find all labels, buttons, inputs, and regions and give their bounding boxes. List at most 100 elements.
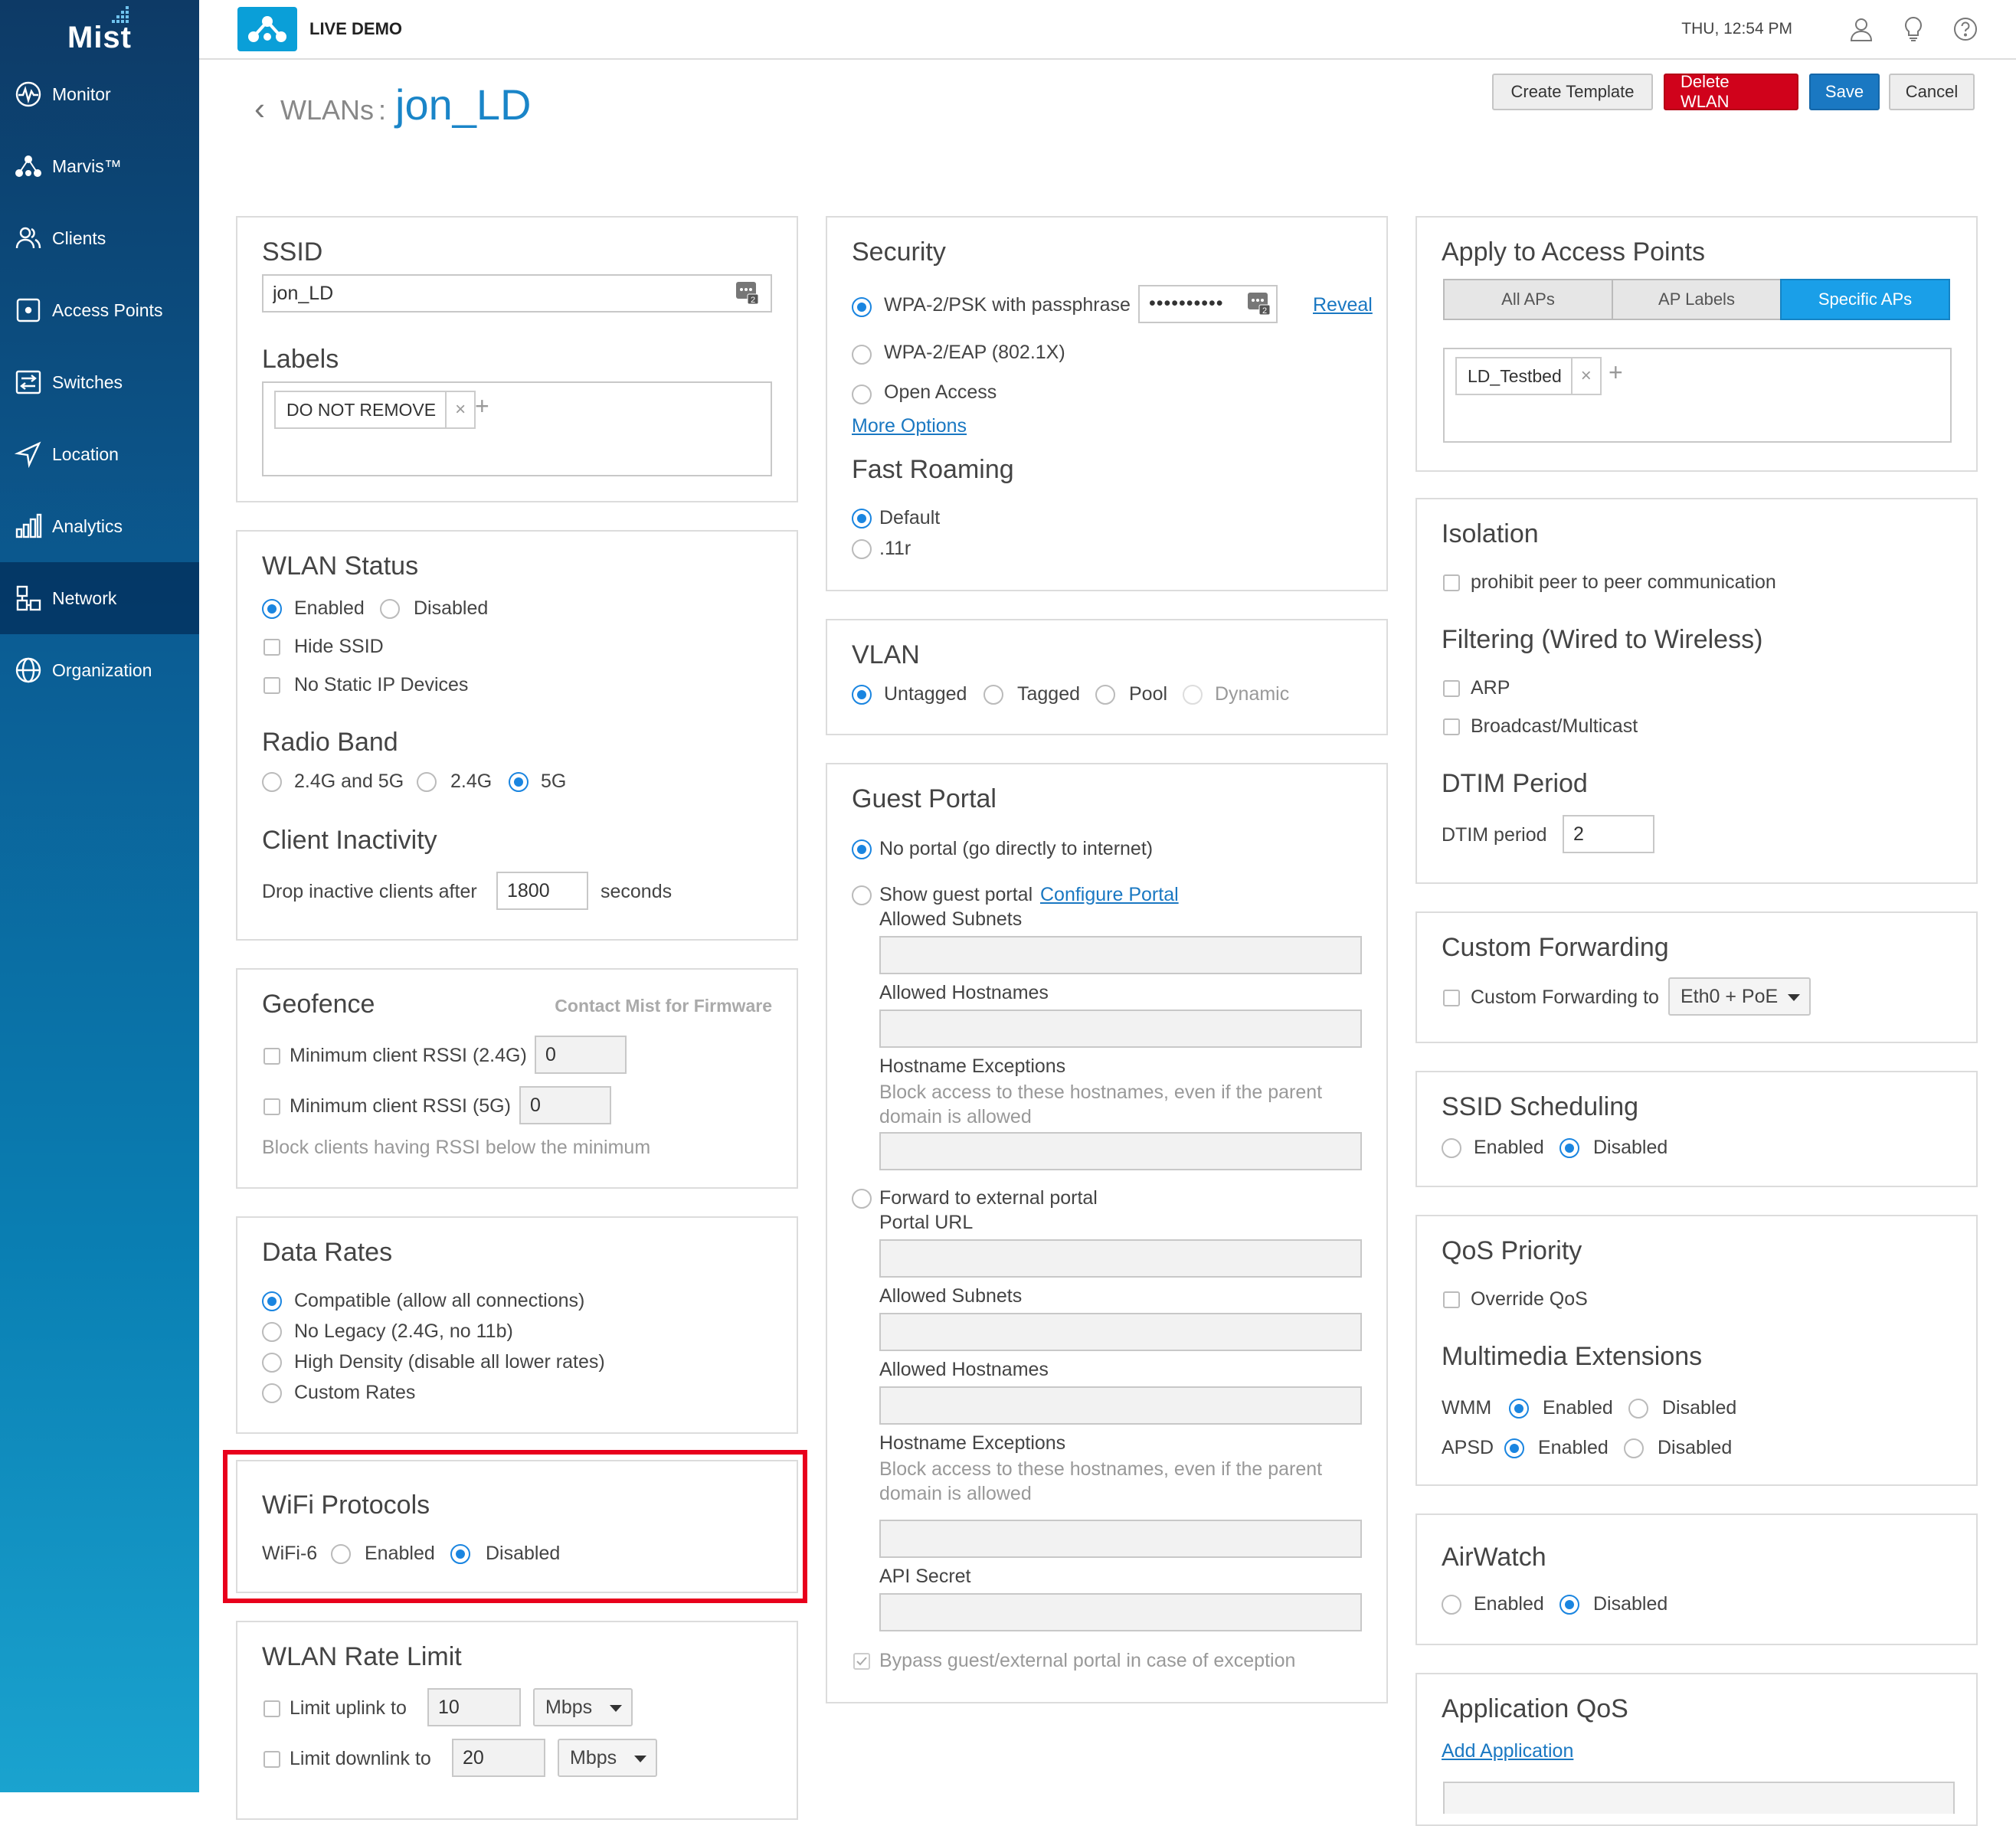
rate-no-legacy-radio[interactable] (262, 1322, 282, 1342)
org-logo-icon[interactable] (237, 7, 297, 51)
reveal-link[interactable]: Reveal (1313, 294, 1373, 316)
no-static-ip-checkbox[interactable] (263, 677, 280, 694)
scheduling-disabled-radio[interactable] (1559, 1138, 1579, 1158)
rssi5-input[interactable] (519, 1086, 611, 1124)
apsd-disabled-radio[interactable] (1624, 1438, 1644, 1458)
airwatch-disabled-radio[interactable] (1559, 1595, 1579, 1615)
arp-checkbox[interactable] (1443, 680, 1460, 697)
custom-forwarding-checkbox[interactable] (1443, 990, 1460, 1006)
wmm-disabled-radio[interactable] (1628, 1399, 1648, 1419)
add-application-link[interactable]: Add Application (1442, 1740, 1573, 1762)
forward-portal-radio[interactable] (852, 1189, 872, 1209)
band-5-radio[interactable] (509, 772, 529, 792)
allowed-subnets-input[interactable] (879, 936, 1362, 974)
api-secret-input[interactable] (879, 1593, 1362, 1631)
vlan-pool-radio[interactable] (1095, 685, 1115, 705)
allowed-hostnames-input[interactable] (879, 1010, 1362, 1048)
uplink-input[interactable] (427, 1688, 521, 1726)
bypass-checkbox[interactable] (853, 1653, 870, 1670)
nav-location[interactable]: Location (0, 418, 199, 490)
rssi24-checkbox[interactable] (263, 1048, 280, 1065)
hide-ssid-checkbox[interactable] (263, 639, 280, 656)
apsd-enabled-radio[interactable] (1504, 1438, 1524, 1458)
downlink-input[interactable] (452, 1739, 545, 1777)
nav-organization[interactable]: Organization (0, 634, 199, 706)
variable-icon[interactable]: 2 (1247, 291, 1271, 316)
nav-analytics[interactable]: Analytics (0, 490, 199, 562)
cancel-button[interactable]: Cancel (1889, 74, 1975, 110)
open-access-radio[interactable] (852, 385, 872, 404)
no-portal-radio[interactable] (852, 839, 872, 859)
rssi5-checkbox[interactable] (263, 1098, 280, 1115)
vlan-untagged-radio[interactable] (852, 685, 872, 705)
back-chevron-icon[interactable]: ‹ (254, 90, 265, 127)
nav-switches[interactable]: Switches (0, 346, 199, 418)
downlink-checkbox[interactable] (263, 1751, 280, 1768)
rate-custom-radio[interactable] (262, 1383, 282, 1403)
downlink-unit-select[interactable]: Mbps (558, 1739, 657, 1777)
mist-logo[interactable]: Mist (0, 0, 199, 58)
portal-url-input[interactable] (879, 1239, 1362, 1278)
nav-access-points[interactable]: Access Points (0, 274, 199, 346)
wpa2-psk-radio[interactable] (852, 297, 872, 317)
remove-tag-icon[interactable]: × (447, 399, 474, 421)
broadcast-checkbox[interactable] (1443, 718, 1460, 735)
add-ap-icon[interactable]: + (1609, 358, 1623, 387)
tab-specific-aps[interactable]: Specific APs (1780, 279, 1950, 320)
airwatch-enabled-radio[interactable] (1442, 1595, 1461, 1615)
forwarding-port-select[interactable]: Eth0 + PoE (1668, 977, 1811, 1016)
hostname-exceptions-input[interactable] (879, 1132, 1362, 1170)
wmm-enabled-radio[interactable] (1509, 1399, 1529, 1419)
configure-portal-link[interactable]: Configure Portal (1040, 884, 1179, 906)
variable-icon[interactable]: 2 (735, 280, 760, 305)
remove-tag-icon[interactable]: × (1573, 365, 1600, 387)
show-portal-radio[interactable] (852, 885, 872, 905)
nav-clients[interactable]: Clients (0, 202, 199, 274)
fr-default-radio[interactable] (852, 509, 872, 528)
wpa2-eap-radio[interactable] (852, 345, 872, 365)
hostname-exceptions2-input[interactable] (879, 1520, 1362, 1558)
org-name[interactable]: LIVE DEMO (309, 19, 402, 39)
help-icon[interactable] (1952, 15, 1979, 43)
nav-monitor[interactable]: Monitor (0, 58, 199, 130)
wifi-protocols-heading: WiFi Protocols (262, 1491, 430, 1520)
uplink-checkbox[interactable] (263, 1700, 280, 1717)
vlan-tagged-radio[interactable] (983, 685, 1003, 705)
more-options-link[interactable]: More Options (852, 415, 967, 437)
allowed-hostnames2-input[interactable] (879, 1386, 1362, 1425)
tab-all-aps[interactable]: All APs (1443, 279, 1613, 320)
add-label-icon[interactable]: + (475, 392, 489, 421)
inactivity-input[interactable] (496, 872, 588, 910)
breadcrumb-parent[interactable]: WLANs (280, 94, 374, 126)
allowed-subnets2-input[interactable] (879, 1313, 1362, 1351)
uplink-unit-select[interactable]: Mbps (533, 1688, 633, 1726)
hostname-exceptions-hint: Block access to these hostnames, even if… (879, 1082, 1323, 1127)
open-access-label: Open Access (884, 381, 997, 403)
nav-marvis[interactable]: Marvis™ (0, 130, 199, 202)
lightbulb-icon[interactable] (1900, 15, 1927, 43)
wifi6-disabled-radio[interactable] (450, 1544, 470, 1564)
band-both-radio[interactable] (262, 772, 282, 792)
fr-11r-radio[interactable] (852, 539, 872, 559)
dtim-input[interactable] (1563, 815, 1654, 853)
nav-network[interactable]: Network (0, 562, 199, 634)
delete-wlan-button[interactable]: Delete WLAN (1664, 72, 1798, 111)
rssi24-input[interactable] (535, 1036, 627, 1074)
user-icon[interactable] (1847, 15, 1875, 43)
save-button[interactable]: Save (1809, 74, 1880, 110)
wlan-status-heading: WLAN Status (262, 551, 419, 581)
band-24-radio[interactable] (417, 772, 437, 792)
ssid-input[interactable] (262, 274, 772, 313)
vlan-dynamic-radio[interactable] (1183, 685, 1203, 705)
wifi6-enabled-radio[interactable] (331, 1544, 351, 1564)
override-qos-checkbox[interactable] (1443, 1291, 1460, 1308)
scheduling-enabled-radio[interactable] (1442, 1138, 1461, 1158)
create-template-button[interactable]: Create Template (1492, 74, 1653, 110)
wpa2-psk-label: WPA-2/PSK with passphrase (884, 294, 1131, 316)
prohibit-p2p-checkbox[interactable] (1443, 574, 1460, 591)
rate-high-density-radio[interactable] (262, 1353, 282, 1373)
rate-compatible-radio[interactable] (262, 1291, 282, 1311)
status-disabled-radio[interactable] (380, 599, 400, 619)
tab-ap-labels[interactable]: AP Labels (1612, 279, 1782, 320)
status-enabled-radio[interactable] (262, 599, 282, 619)
